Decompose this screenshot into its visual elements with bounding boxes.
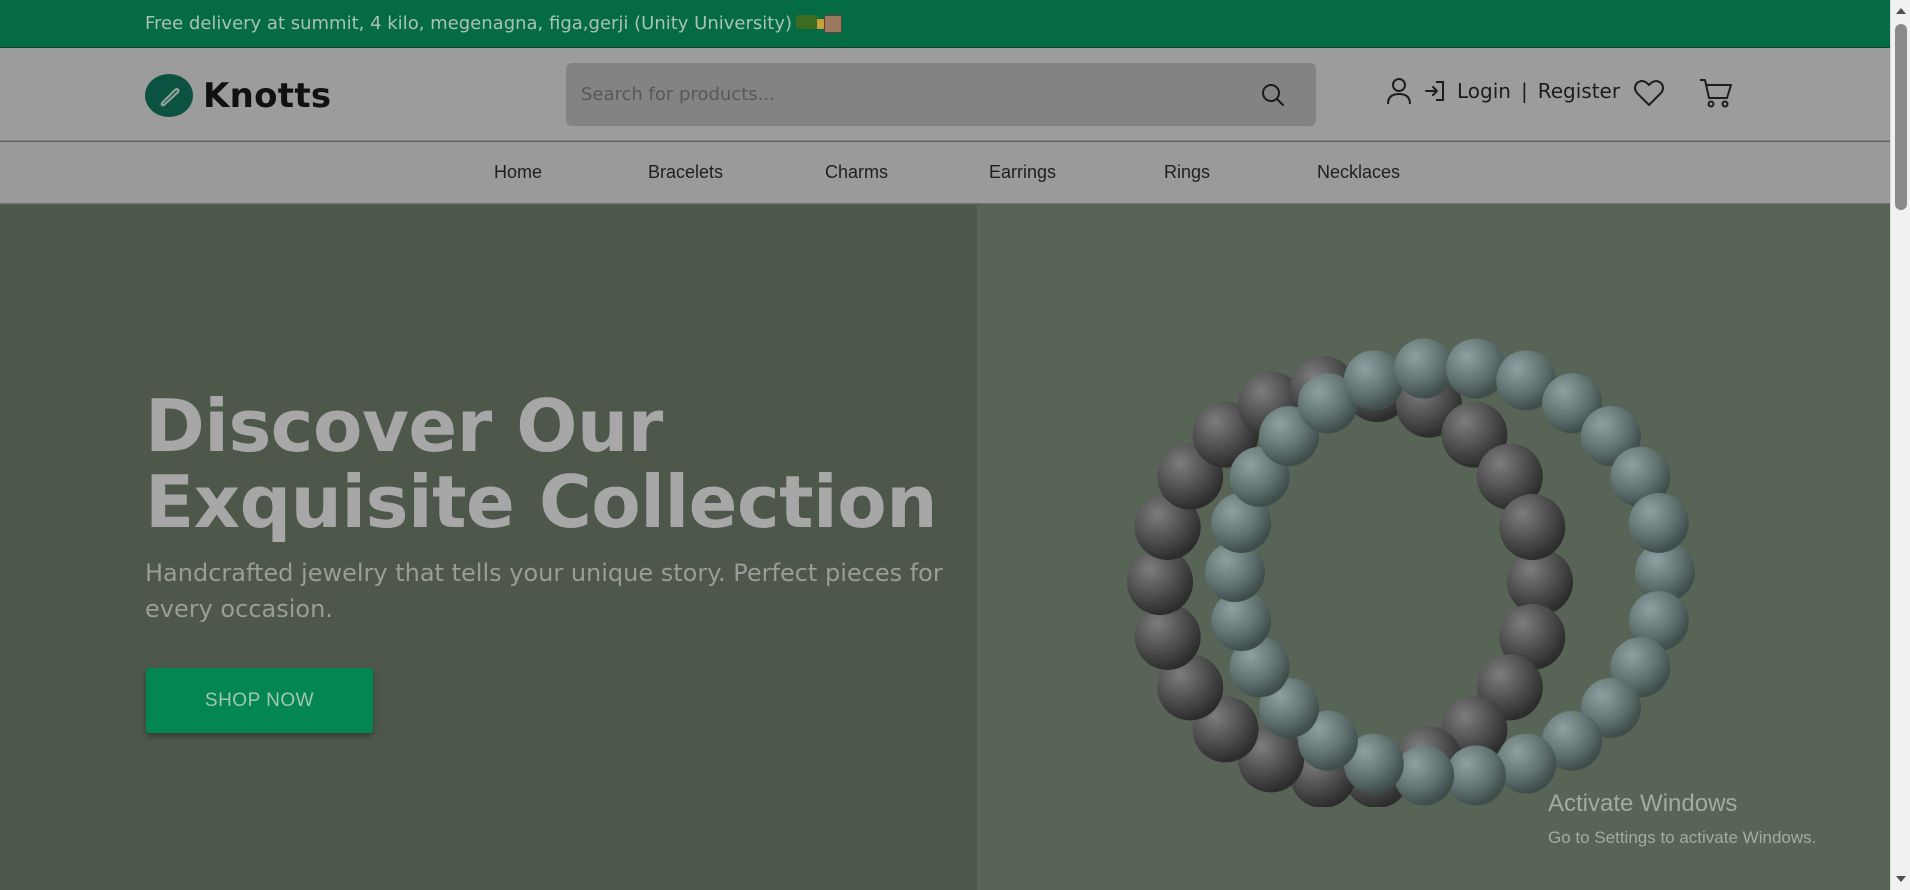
nav-earrings[interactable]: Earrings: [989, 162, 1056, 183]
login-link[interactable]: Login: [1457, 79, 1511, 103]
bead: [1445, 338, 1506, 399]
cart-icon[interactable]: [1698, 76, 1734, 110]
scroll-down-arrow-icon[interactable]: [1896, 876, 1906, 882]
vertical-scrollbar[interactable]: [1890, 0, 1910, 890]
bead: [1496, 733, 1557, 794]
bead: [1394, 338, 1455, 399]
login-icon: [1425, 81, 1444, 101]
shop-now-button[interactable]: SHOP NOW: [146, 668, 373, 733]
search-input[interactable]: [581, 84, 1260, 105]
logo[interactable]: Knotts: [145, 74, 331, 117]
pen-leaf-icon: [145, 74, 193, 117]
announcement-emojis: [796, 14, 842, 33]
bead: [1445, 745, 1506, 806]
bead: [1394, 745, 1455, 806]
hero-section: Discover Our Exquisite Collection Handcr…: [0, 205, 1890, 890]
logo-text: Knotts: [203, 75, 332, 116]
wishlist-heart-icon[interactable]: [1633, 78, 1665, 108]
scroll-thumb[interactable]: [1895, 24, 1907, 210]
bead: [1499, 494, 1566, 561]
scroll-up-arrow-icon[interactable]: [1896, 8, 1906, 14]
site-header: Knotts Login | Register: [0, 48, 1890, 141]
account-links: Login | Register: [1385, 76, 1620, 106]
nav-rings[interactable]: Rings: [1164, 162, 1210, 183]
page: Free delivery at summit, 4 kilo, megenag…: [0, 0, 1890, 890]
nav-charms[interactable]: Charms: [825, 162, 888, 183]
nav-home[interactable]: Home: [494, 162, 542, 183]
hero-title-line1: Discover Our: [145, 384, 663, 468]
nav-necklaces[interactable]: Necklaces: [1317, 162, 1400, 183]
nav-bracelets[interactable]: Bracelets: [648, 162, 723, 183]
login-register-separator: |: [1520, 79, 1528, 103]
register-link[interactable]: Register: [1538, 79, 1620, 103]
activate-windows-watermark: Activate Windows Go to Settings to activ…: [1548, 790, 1816, 848]
hero-title-line2: Exquisite Collection: [145, 460, 937, 544]
watermark-title: Activate Windows: [1548, 790, 1738, 817]
search-bar: [566, 63, 1316, 126]
announcement-bar: Free delivery at summit, 4 kilo, megenag…: [0, 0, 1890, 48]
hero-title: Discover Our Exquisite Collection: [145, 388, 965, 540]
user-icon[interactable]: [1385, 76, 1413, 106]
hero-left-panel: [0, 205, 977, 890]
search-icon[interactable]: [1260, 82, 1286, 108]
watermark-subtitle: Go to Settings to activate Windows.: [1548, 828, 1817, 847]
main-nav: Home Bracelets Charms Earrings Rings Nec…: [0, 142, 1890, 204]
package-icon: [824, 14, 842, 33]
hero-subtitle: Handcrafted jewelry that tells your uniq…: [145, 559, 943, 623]
announcement-text: Free delivery at summit, 4 kilo, megenag…: [145, 13, 792, 34]
bead-bracelets-image: [1127, 338, 1695, 807]
bead: [1343, 350, 1404, 411]
bead: [1628, 492, 1689, 553]
truck-icon: [796, 14, 824, 29]
